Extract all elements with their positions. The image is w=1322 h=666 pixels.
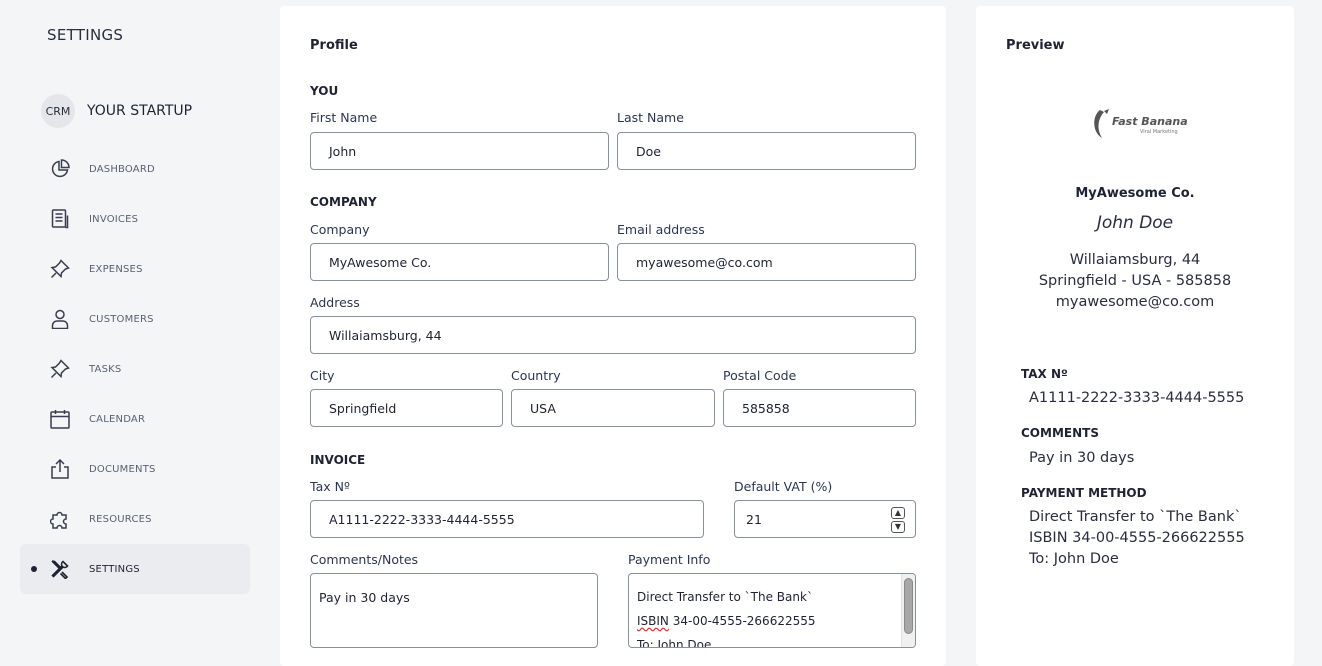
- city-label: City: [310, 368, 335, 383]
- preview-card: Preview Fast Banana Viral Marketing MyAw…: [976, 6, 1294, 666]
- preview-payment-line: To: John Doe: [1029, 551, 1119, 567]
- section-invoice: INVOICE: [310, 453, 366, 467]
- payment-line: ISBIN 34-00-4555-266622555: [637, 614, 816, 628]
- profile-card: Profile YOU First Name John Last Name Do…: [280, 6, 946, 666]
- last-name-field[interactable]: Doe: [617, 132, 916, 170]
- address-field[interactable]: Willaiamsburg, 44: [310, 316, 916, 354]
- spin-down-icon[interactable]: ▼: [891, 521, 905, 533]
- spin-up-icon[interactable]: ▲: [891, 507, 905, 519]
- pin-icon: [50, 359, 70, 379]
- pie-chart-icon: [50, 159, 70, 179]
- sidebar-item-dashboard[interactable]: DASHBOARD: [20, 144, 250, 194]
- sidebar-item-tasks[interactable]: TASKS: [20, 344, 250, 394]
- sidebar-item-calendar[interactable]: CALENDAR: [20, 394, 250, 444]
- sidebar-title: SETTINGS: [47, 26, 124, 44]
- postal-code-label: Postal Code: [723, 368, 797, 383]
- sidebar-nav: DASHBOARD INVOICES EXPENSES CUSTOMERS TA…: [20, 144, 250, 594]
- sidebar-item-resources[interactable]: RESOURCES: [20, 494, 250, 544]
- pin-icon: [50, 259, 70, 279]
- payment-info-label: Payment Info: [628, 552, 711, 567]
- sidebar-item-invoices[interactable]: INVOICES: [20, 194, 250, 244]
- sidebar-item-label: SETTINGS: [89, 563, 140, 575]
- svg-text:Fast Banana: Fast Banana: [1112, 115, 1188, 128]
- sidebar-item-documents[interactable]: DOCUMENTS: [20, 444, 250, 494]
- address-label: Address: [310, 295, 360, 310]
- vat-number-input[interactable]: 21 ▲ ▼: [734, 500, 916, 538]
- postal-code-field[interactable]: 585858: [723, 389, 916, 427]
- tax-label: Tax Nº: [310, 479, 350, 494]
- sidebar-item-label: DASHBOARD: [89, 163, 155, 175]
- sidebar-item-label: INVOICES: [89, 213, 139, 225]
- preview-comments-value: Pay in 30 days: [1029, 450, 1135, 466]
- comments-text: Pay in 30 days: [319, 590, 410, 605]
- scrollbar-thumb[interactable]: [904, 578, 913, 634]
- comments-label: Comments/Notes: [310, 552, 419, 567]
- preview-title: Preview: [1006, 38, 1065, 53]
- tools-icon: [50, 559, 70, 579]
- preview-tax-heading: TAX Nº: [1021, 367, 1068, 381]
- comments-textarea[interactable]: Pay in 30 days: [310, 573, 598, 648]
- email-label: Email address: [617, 222, 705, 237]
- preview-address-line: Springfield - USA - 585858: [1038, 273, 1232, 289]
- preview-payment-line: ISBIN 34-00-4555-266622555: [1029, 530, 1245, 546]
- preview-comments-heading: COMMENTS: [1021, 426, 1099, 440]
- textarea-scrollbar[interactable]: [901, 574, 915, 647]
- vat-label: Default VAT (%): [734, 479, 833, 494]
- company-logo: Fast Banana Viral Marketing: [1090, 106, 1190, 142]
- city-field[interactable]: Springfield: [310, 389, 503, 427]
- company-field[interactable]: MyAwesome Co.: [310, 243, 609, 281]
- payment-line: To: John Doe: [637, 638, 712, 648]
- puzzle-icon: [50, 509, 70, 529]
- preview-payment-heading: PAYMENT METHOD: [1021, 486, 1147, 500]
- brand[interactable]: CRM YOUR STARTUP: [41, 94, 192, 128]
- tax-field[interactable]: A1111-2222-3333-4444-5555: [310, 500, 704, 538]
- brand-name: YOUR STARTUP: [87, 103, 193, 119]
- profile-title: Profile: [310, 38, 358, 53]
- payment-info-textarea[interactable]: Direct Transfer to `The Bank` ISBIN 34-0…: [628, 573, 916, 648]
- section-you: YOU: [310, 84, 339, 98]
- calendar-icon: [50, 409, 70, 429]
- user-icon: [50, 309, 70, 329]
- preview-address-line: Willaiamsburg, 44: [1069, 252, 1201, 268]
- first-name-label: First Name: [310, 110, 378, 125]
- first-name-field[interactable]: John: [310, 132, 609, 170]
- preview-address-line: myawesome@co.com: [1055, 294, 1215, 310]
- active-indicator: [31, 566, 37, 572]
- section-company: COMPANY: [310, 195, 377, 209]
- preview-payment-line: Direct Transfer to `The Bank`: [1029, 509, 1242, 525]
- country-label: Country: [511, 368, 561, 383]
- email-field[interactable]: myawesome@co.com: [617, 243, 916, 281]
- sidebar-item-label: RESOURCES: [89, 513, 152, 525]
- svg-text:Viral Marketing: Viral Marketing: [1140, 129, 1178, 135]
- sidebar-item-customers[interactable]: CUSTOMERS: [20, 294, 250, 344]
- sidebar-item-settings[interactable]: SETTINGS: [20, 544, 250, 594]
- share-upload-icon: [50, 459, 70, 479]
- sidebar-item-label: DOCUMENTS: [89, 463, 156, 475]
- preview-name: John Doe: [1096, 213, 1174, 233]
- vat-value: 21: [746, 511, 762, 527]
- sidebar-item-label: CALENDAR: [89, 413, 146, 425]
- sidebar-item-expenses[interactable]: EXPENSES: [20, 244, 250, 294]
- sidebar: SETTINGS CRM YOUR STARTUP DASHBOARD INVO…: [0, 0, 270, 655]
- sidebar-item-label: EXPENSES: [89, 263, 143, 275]
- company-label: Company: [310, 222, 370, 237]
- preview-company: MyAwesome Co.: [1075, 186, 1195, 201]
- sidebar-item-label: TASKS: [89, 363, 122, 375]
- preview-tax-value: A1111-2222-3333-4444-5555: [1029, 390, 1245, 406]
- vat-spinner[interactable]: ▲ ▼: [891, 507, 905, 533]
- sidebar-item-label: CUSTOMERS: [89, 313, 154, 325]
- brand-badge: CRM: [41, 94, 75, 128]
- payment-line: Direct Transfer to `The Bank`: [637, 590, 813, 604]
- last-name-label: Last Name: [617, 110, 684, 125]
- country-field[interactable]: USA: [511, 389, 715, 427]
- document-list-icon: [50, 209, 70, 229]
